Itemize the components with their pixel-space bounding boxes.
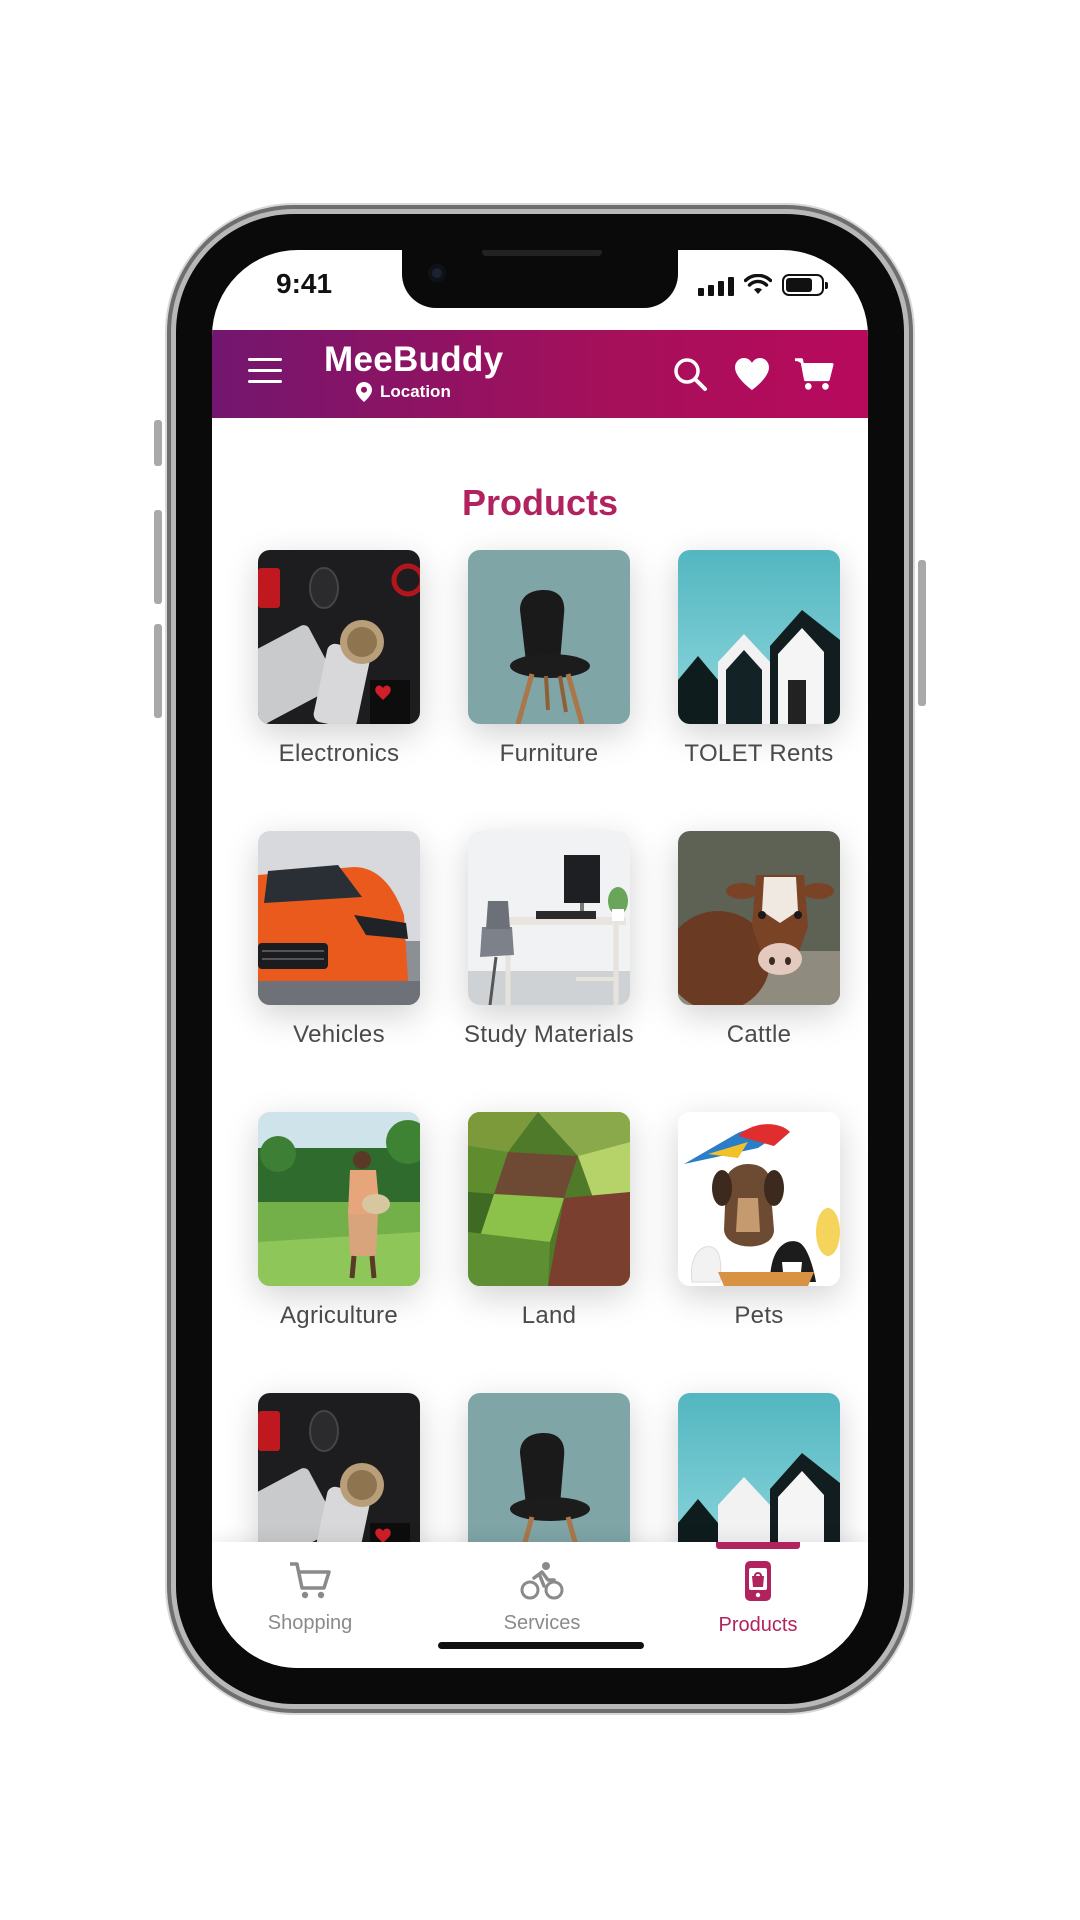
status-time: 9:41	[276, 268, 333, 299]
electronics-image	[258, 550, 420, 724]
cattle-image	[678, 831, 840, 1005]
furniture-image	[468, 1393, 630, 1567]
header-actions	[670, 354, 834, 394]
nav-item-products[interactable]: Products	[678, 1560, 838, 1637]
category-label: Agriculture	[279, 1302, 398, 1329]
category-label: Pets	[734, 1302, 784, 1329]
electronics-image	[258, 1393, 420, 1567]
nav-label-products: Products	[718, 1614, 798, 1636]
location-selector[interactable]: Location	[356, 382, 503, 402]
category-label: Land	[521, 1302, 577, 1329]
category-tile-agriculture[interactable]: Agriculture	[240, 1112, 438, 1330]
search-icon[interactable]	[670, 354, 710, 394]
cart-icon[interactable]	[794, 354, 834, 394]
home-indicator	[438, 1642, 644, 1649]
cart-icon	[290, 1562, 331, 1599]
category-tile-vehicles[interactable]: Vehicles	[240, 831, 438, 1049]
brand: MeeBuddy Location	[324, 340, 503, 402]
location-pin-icon	[356, 382, 372, 402]
power-button	[918, 560, 926, 706]
location-label: Location	[380, 382, 451, 401]
category-tile-land[interactable]: Land	[450, 1112, 648, 1330]
earpiece-speaker	[482, 250, 602, 256]
app-header: MeeBuddy Location	[212, 330, 868, 418]
app-name: MeeBuddy	[324, 340, 504, 379]
category-label: Study Materials	[464, 1021, 634, 1048]
nav-item-shopping[interactable]: Shopping	[230, 1560, 390, 1635]
screen: 9:41 MeeBuddy Location Products Electron…	[212, 250, 868, 1668]
vehicles-image	[258, 831, 420, 1005]
bottom-nav: Shopping Services Products	[212, 1542, 868, 1668]
cyclist-icon	[520, 1562, 564, 1600]
category-label: Electronics	[278, 740, 400, 767]
category-tile-tolet-rents[interactable]: TOLET Rents	[660, 550, 858, 768]
furniture-image	[468, 550, 630, 724]
battery-icon	[782, 274, 828, 296]
nav-label-services: Services	[503, 1612, 581, 1634]
agriculture-image	[258, 1112, 420, 1286]
volume-down-button	[154, 624, 162, 718]
active-tab-indicator	[716, 1542, 800, 1549]
front-camera-icon	[428, 264, 446, 282]
tolet-rents-image	[678, 1393, 840, 1567]
category-tile-pets[interactable]: Pets	[660, 1112, 858, 1330]
signal-icon	[698, 276, 734, 296]
wifi-icon	[744, 274, 772, 294]
tolet-rents-image	[678, 550, 840, 724]
mobile-bag-icon	[745, 1561, 771, 1601]
category-tile-cattle[interactable]: Cattle	[660, 831, 858, 1049]
category-tile-study-materials[interactable]: Study Materials	[450, 831, 648, 1049]
land-image	[468, 1112, 630, 1286]
mute-switch	[154, 420, 162, 466]
status-icons	[698, 274, 828, 296]
notch	[402, 250, 678, 308]
category-tile-electronics[interactable]: Electronics	[240, 550, 438, 768]
nav-item-services[interactable]: Services	[462, 1560, 622, 1635]
phone-frame: 9:41 MeeBuddy Location Products Electron…	[154, 214, 926, 1704]
category-label: Vehicles	[293, 1021, 385, 1048]
category-tile-furniture[interactable]: Furniture	[450, 550, 648, 768]
category-label: Furniture	[499, 740, 599, 767]
nav-label-shopping: Shopping	[267, 1612, 353, 1634]
menu-icon[interactable]	[248, 358, 282, 386]
page-title: Products	[461, 482, 619, 523]
volume-up-button	[154, 510, 162, 604]
category-label: TOLET Rents	[684, 740, 834, 767]
pets-image	[678, 1112, 840, 1286]
category-label: Cattle	[726, 1021, 792, 1048]
study-materials-image	[468, 831, 630, 1005]
heart-icon[interactable]	[732, 354, 772, 394]
